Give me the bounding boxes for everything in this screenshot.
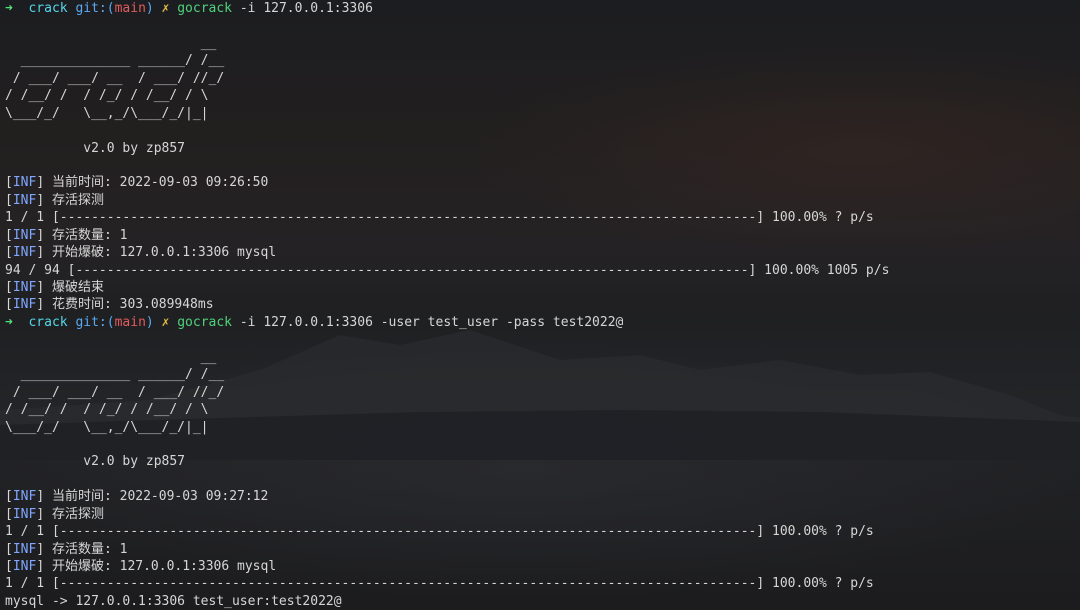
prompt-line: ➜ crack git:(main) ✗ gocrack -i 127.0.0.… — [5, 314, 1080, 331]
log-line: [INF] 开始爆破: 127.0.0.1:3306 mysql — [5, 559, 277, 574]
log-level-tag: INF — [12, 192, 37, 208]
log-level-tag: INF — [12, 245, 37, 261]
prompt-git-label: git:( — [75, 314, 115, 330]
log-level-tag: INF — [12, 280, 37, 295]
log-message: 存活探测 — [51, 192, 104, 208]
log-message: 存活探测 — [51, 506, 104, 522]
output-text: / ___/ ___/ __ / ___/ //_/ — [5, 384, 225, 400]
output-text: v2.0 by zp857 — [5, 140, 186, 156]
command-name: gocrack — [177, 314, 233, 330]
output-text: mysql -> 127.0.0.1:3306 test_user:test20… — [5, 593, 342, 609]
output-line: / /__/ / / /_/ / /__/ / \ — [5, 401, 1080, 418]
log-message: 存活数量: 1 — [51, 227, 128, 243]
log-level-tag: INF — [12, 506, 37, 522]
log-level-tag: INF — [12, 559, 37, 574]
prompt-dirty-icon: ✗ — [161, 1, 170, 16]
log-line: [INF] 当前时间: 2022-09-03 09:27:12 — [5, 489, 269, 505]
output-text: / /__/ / / /_/ / /__/ / \ — [5, 88, 209, 104]
prompt-arrow-icon: ➜ — [5, 1, 13, 16]
prompt-git-label-end: ) — [145, 1, 154, 16]
output-text: 1 / 1 [---------------------------------… — [5, 524, 874, 540]
terminal-window[interactable]: ➜ crack git:(main) ✗ gocrack -i 127.0.0.… — [0, 0, 1080, 610]
output-line: v2.0 by zp857 — [5, 453, 1080, 470]
command-args: -i 127.0.0.1:3306 — [239, 1, 373, 16]
output-line: / ___/ ___/ __ / ___/ //_/ — [5, 384, 1080, 401]
prompt-line: ➜ crack git:(main) ✗ gocrack -i 127.0.0.… — [5, 0, 1080, 17]
output-text: 1 / 1 [---------------------------------… — [5, 576, 874, 592]
output-line: 1 / 1 [---------------------------------… — [5, 209, 1080, 226]
log-line: [INF] 存活探测 — [5, 192, 104, 208]
log-level-tag: INF — [12, 489, 37, 505]
log-level-tag: INF — [12, 541, 37, 557]
prompt-arrow-icon: ➜ — [5, 314, 13, 330]
log-level-tag: INF — [12, 175, 37, 191]
log-line: [INF] 爆破结束 — [5, 280, 104, 295]
log-message: 开始爆破: 127.0.0.1:3306 mysql — [51, 245, 277, 261]
output-text: \___/_/ \__,_/\___/_/|_| — [5, 419, 209, 435]
output-text: / /__/ / / /_/ / /__/ / \ — [5, 402, 209, 418]
output-line: ______________ ______/ /__ — [5, 366, 1080, 383]
output-text: / ___/ ___/ __ / ___/ //_/ — [5, 70, 225, 86]
output-line: __ — [5, 349, 1080, 366]
log-line: [INF] 开始爆破: 127.0.0.1:3306 mysql — [5, 245, 277, 261]
output-text: ______________ ______/ /__ — [5, 53, 225, 69]
log-message: 开始爆破: 127.0.0.1:3306 mysql — [51, 559, 277, 574]
output-line: __ — [5, 35, 1080, 52]
output-text: ______________ ______/ /__ — [5, 367, 225, 383]
prompt-git-branch: main — [114, 314, 146, 330]
log-message: 爆破结束 — [51, 280, 104, 295]
output-line: 94 / 94 [-------------------------------… — [5, 262, 1080, 279]
prompt-git-branch: main — [114, 1, 146, 16]
log-level-tag: INF — [12, 227, 37, 243]
output-text: __ — [5, 35, 217, 51]
log-line: [INF] 存活探测 — [5, 506, 104, 522]
prompt-directory: crack — [28, 314, 68, 330]
log-line: [INF] 存活数量: 1 — [5, 227, 128, 243]
log-level-tag: INF — [12, 297, 37, 313]
output-line: / /__/ / / /_/ / /__/ / \ — [5, 87, 1080, 104]
prompt-git-label: git:( — [75, 1, 115, 16]
command-args: -i 127.0.0.1:3306 -user test_user -pass … — [239, 314, 624, 330]
output-line: \___/_/ \__,_/\___/_/|_| — [5, 105, 1080, 122]
prompt-dirty-icon: ✗ — [161, 314, 170, 330]
log-line: [INF] 当前时间: 2022-09-03 09:26:50 — [5, 175, 269, 191]
log-line: [INF] 花费时间: 303.089948ms — [5, 297, 214, 313]
log-message: 花费时间: 303.089948ms — [51, 297, 214, 313]
output-line: / ___/ ___/ __ / ___/ //_/ — [5, 70, 1080, 87]
output-text: \___/_/ \__,_/\___/_/|_| — [5, 105, 209, 121]
output-line: 1 / 1 [---------------------------------… — [5, 523, 1080, 540]
output-line: 1 / 1 [---------------------------------… — [5, 575, 1080, 592]
log-message: 当前时间: 2022-09-03 09:27:12 — [51, 489, 269, 505]
output-line: ______________ ______/ /__ — [5, 52, 1080, 69]
output-line: \___/_/ \__,_/\___/_/|_| — [5, 419, 1080, 436]
output-line: v2.0 by zp857 — [5, 140, 1080, 157]
prompt-directory: crack — [28, 1, 68, 16]
output-text: 1 / 1 [---------------------------------… — [5, 210, 874, 226]
output-text: __ — [5, 349, 217, 365]
output-text: 94 / 94 [-------------------------------… — [5, 262, 890, 278]
output-line: mysql -> 127.0.0.1:3306 test_user:test20… — [5, 593, 1080, 610]
prompt-git-label-end: ) — [145, 314, 154, 330]
log-message: 当前时间: 2022-09-03 09:26:50 — [51, 175, 269, 191]
log-message: 存活数量: 1 — [51, 541, 128, 557]
output-text: v2.0 by zp857 — [5, 454, 186, 470]
terminal-output: ➜ crack git:(main) ✗ gocrack -i 127.0.0.… — [5, 0, 1080, 610]
log-line: [INF] 存活数量: 1 — [5, 541, 128, 557]
command-name: gocrack — [177, 1, 233, 16]
